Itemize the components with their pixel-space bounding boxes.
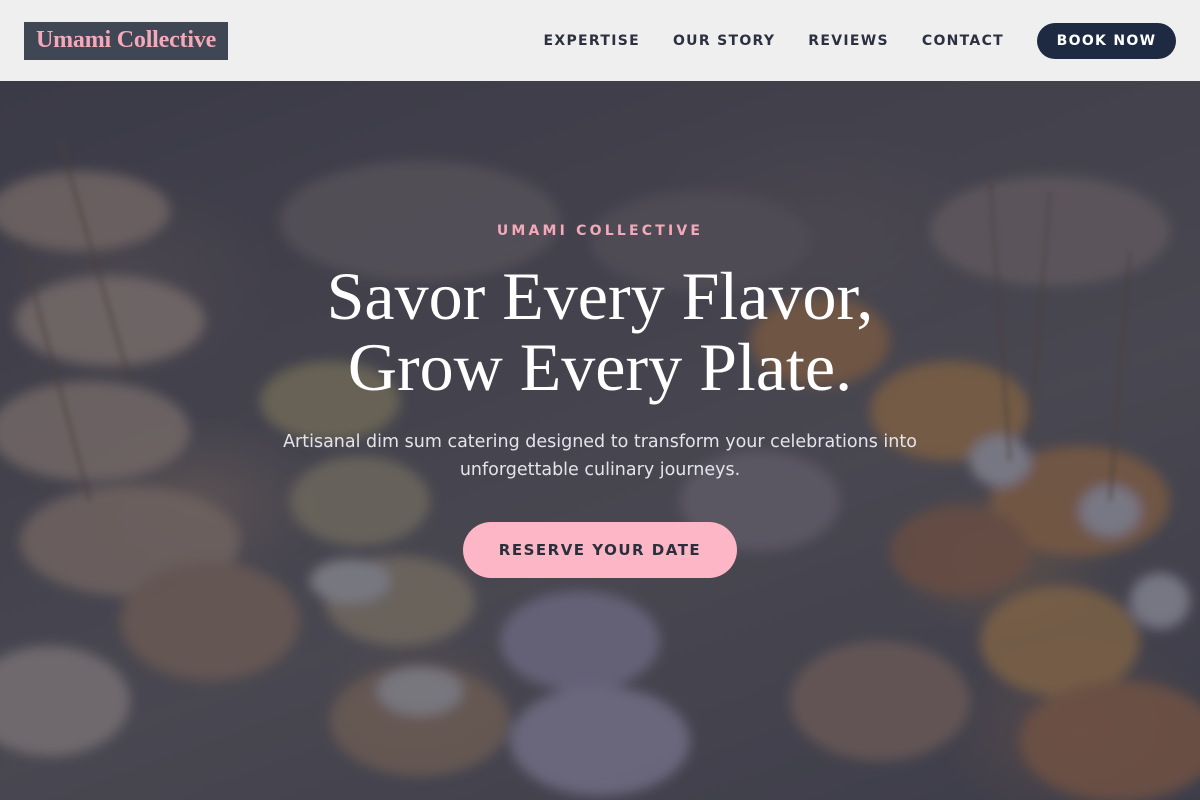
site-header: Umami Collective EXPERTISE OUR STORY REV… [0,0,1200,81]
hero-subtitle-line-1: Artisanal dim sum catering designed to t… [283,432,917,452]
hero-headline-line-1: Savor Every Flavor, [326,258,874,334]
hero-headline: Savor Every Flavor, Grow Every Plate. [0,261,1200,403]
hero-headline-line-2: Grow Every Plate. [347,329,853,405]
hero-section: UMAMI COLLECTIVE Savor Every Flavor, Gro… [0,81,1200,800]
site-logo[interactable]: Umami Collective [24,21,229,60]
book-now-button[interactable]: BOOK NOW [1037,22,1176,59]
hero-subtitle-line-2: unforgettable culinary journeys. [459,460,741,480]
nav-link-reviews[interactable]: REVIEWS [808,33,889,49]
main-nav: EXPERTISE OUR STORY REVIEWS CONTACT BOOK… [544,22,1176,59]
hero-eyebrow: UMAMI COLLECTIVE [496,223,704,239]
nav-link-our-story[interactable]: OUR STORY [673,33,775,49]
hero-subtitle: Artisanal dim sum catering designed to t… [250,428,950,484]
nav-link-contact[interactable]: CONTACT [922,33,1004,49]
nav-link-expertise[interactable]: EXPERTISE [544,33,640,49]
reserve-your-date-button[interactable]: RESERVE YOUR DATE [463,522,737,578]
hero-content: UMAMI COLLECTIVE Savor Every Flavor, Gro… [0,81,1200,800]
